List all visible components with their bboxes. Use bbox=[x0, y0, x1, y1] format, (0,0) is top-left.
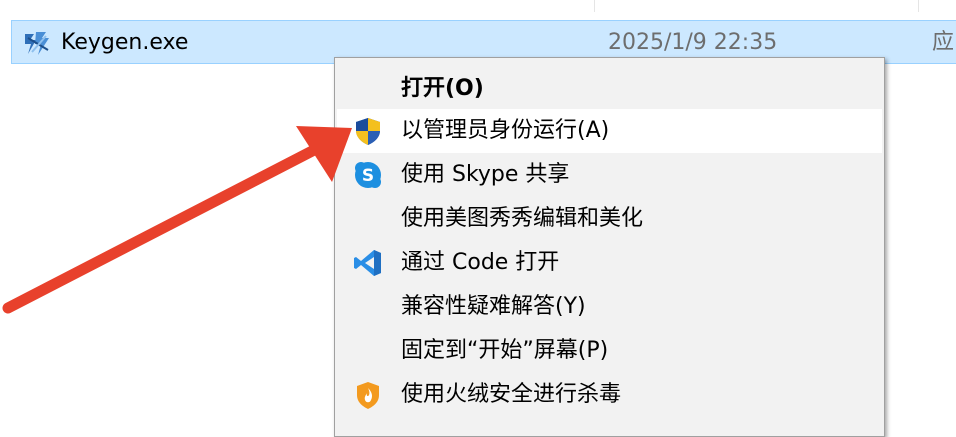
menu-item-label: 使用美图秀秀编辑和美化 bbox=[401, 206, 644, 231]
svg-text:S: S bbox=[362, 166, 374, 186]
file-type-partial: 应 bbox=[932, 30, 955, 55]
menu-item-open-with-code[interactable]: 通过 Code 打开 bbox=[337, 241, 882, 285]
skype-icon: S bbox=[353, 160, 383, 190]
menu-item-pin-to-start[interactable]: 固定到“开始”屏幕(P) bbox=[337, 329, 882, 373]
menu-item-huorong-scan[interactable]: 使用火绒安全进行杀毒 bbox=[337, 373, 882, 417]
menu-item-open[interactable]: 打开(O) bbox=[337, 67, 882, 111]
column-divider[interactable] bbox=[594, 0, 595, 12]
file-name: Keygen.exe bbox=[61, 30, 189, 55]
keygen-app-icon bbox=[22, 28, 52, 58]
menu-item-compat-troubleshoot[interactable]: 兼容性疑难解答(Y) bbox=[337, 285, 882, 329]
menu-item-label: 使用火绒安全进行杀毒 bbox=[401, 382, 622, 407]
column-header-area bbox=[0, 0, 956, 12]
menu-item-meitu-edit[interactable]: 使用美图秀秀编辑和美化 bbox=[337, 197, 882, 241]
vscode-icon bbox=[353, 248, 383, 278]
huorong-icon bbox=[353, 380, 383, 410]
context-menu: 打开(O) 以管理员身份运行(A) S 使用 Skype 共享 使用美图秀秀编辑… bbox=[334, 57, 885, 437]
menu-item-label: 通过 Code 打开 bbox=[401, 250, 560, 275]
menu-item-label: 固定到“开始”屏幕(P) bbox=[401, 338, 609, 363]
menu-item-skype-share[interactable]: S 使用 Skype 共享 bbox=[337, 153, 882, 197]
uac-shield-icon bbox=[353, 116, 383, 146]
menu-item-run-as-admin[interactable]: 以管理员身份运行(A) bbox=[337, 109, 882, 153]
menu-item-label: 打开(O) bbox=[401, 76, 484, 101]
menu-item-label: 以管理员身份运行(A) bbox=[401, 118, 610, 143]
file-modified-date: 2025/1/9 22:35 bbox=[608, 30, 778, 55]
menu-item-label: 兼容性疑难解答(Y) bbox=[401, 294, 586, 319]
menu-item-label: 使用 Skype 共享 bbox=[401, 162, 570, 187]
column-divider[interactable] bbox=[918, 0, 919, 12]
